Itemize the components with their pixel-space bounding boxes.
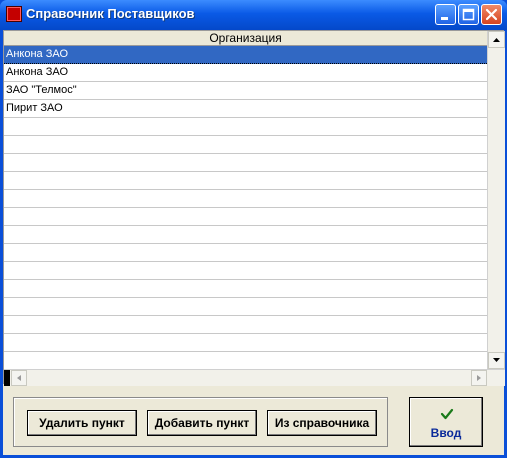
table-row[interactable] <box>4 334 487 352</box>
table-row[interactable] <box>4 172 487 190</box>
arrow-left-icon <box>17 375 21 381</box>
minimize-icon <box>441 17 448 20</box>
scroll-right-button[interactable] <box>471 370 487 386</box>
vertical-scrollbar[interactable] <box>487 31 505 369</box>
enter-button[interactable]: Ввод <box>409 397 483 447</box>
table-row[interactable] <box>4 208 487 226</box>
arrow-down-icon <box>493 358 500 362</box>
table-row[interactable] <box>4 136 487 154</box>
actions-panel: Удалить пункт Добавить пункт Из справочн… <box>13 397 388 447</box>
grid-rows: Анкона ЗАО Анкона ЗАО ЗАО "Телмос" Пирит ЗА… <box>4 46 487 385</box>
scroll-down-button[interactable] <box>488 352 505 369</box>
client-area: Организация Анкона ЗАО Анкона ЗАО ЗАО "Тел… <box>3 30 505 455</box>
row-indicator <box>4 370 10 386</box>
column-header-organization[interactable]: Организация <box>4 31 487 46</box>
minimize-button[interactable] <box>435 4 456 25</box>
app-icon <box>6 6 22 22</box>
table-row[interactable]: ЗАО "Телмос" <box>4 82 487 100</box>
title-bar[interactable]: Справочник Поставщиков <box>0 0 507 30</box>
add-item-button[interactable]: Добавить пункт <box>147 410 257 436</box>
check-icon <box>440 408 454 420</box>
table-row[interactable] <box>4 280 487 298</box>
enter-button-label: Ввод <box>430 426 462 440</box>
scroll-left-button[interactable] <box>11 370 27 386</box>
maximize-icon <box>462 8 475 21</box>
table-row[interactable] <box>4 118 487 136</box>
table-row[interactable]: Анкона ЗАО <box>4 46 487 64</box>
table-row[interactable] <box>4 316 487 334</box>
table-row[interactable] <box>4 190 487 208</box>
table-row[interactable] <box>4 226 487 244</box>
window-title: Справочник Поставщиков <box>26 6 195 21</box>
arrow-up-icon <box>493 38 500 42</box>
close-icon <box>485 8 498 21</box>
scroll-up-button[interactable] <box>488 31 505 48</box>
suppliers-grid[interactable]: Организация Анкона ЗАО Анкона ЗАО ЗАО "Тел… <box>3 30 505 386</box>
delete-item-button[interactable]: Удалить пункт <box>27 410 137 436</box>
table-row[interactable]: Анкона ЗАО <box>4 64 487 82</box>
table-row[interactable] <box>4 154 487 172</box>
table-row[interactable]: Пирит ЗАО <box>4 100 487 118</box>
table-row[interactable] <box>4 244 487 262</box>
close-button[interactable] <box>481 4 502 25</box>
table-row[interactable] <box>4 352 487 370</box>
table-row[interactable] <box>4 262 487 280</box>
from-directory-button[interactable]: Из справочника <box>267 410 377 436</box>
window: Справочник Поставщиков Организация Анкон… <box>0 0 507 458</box>
maximize-button[interactable] <box>458 4 479 25</box>
horizontal-scrollbar[interactable] <box>4 369 505 386</box>
table-row[interactable] <box>4 298 487 316</box>
arrow-right-icon <box>477 375 481 381</box>
